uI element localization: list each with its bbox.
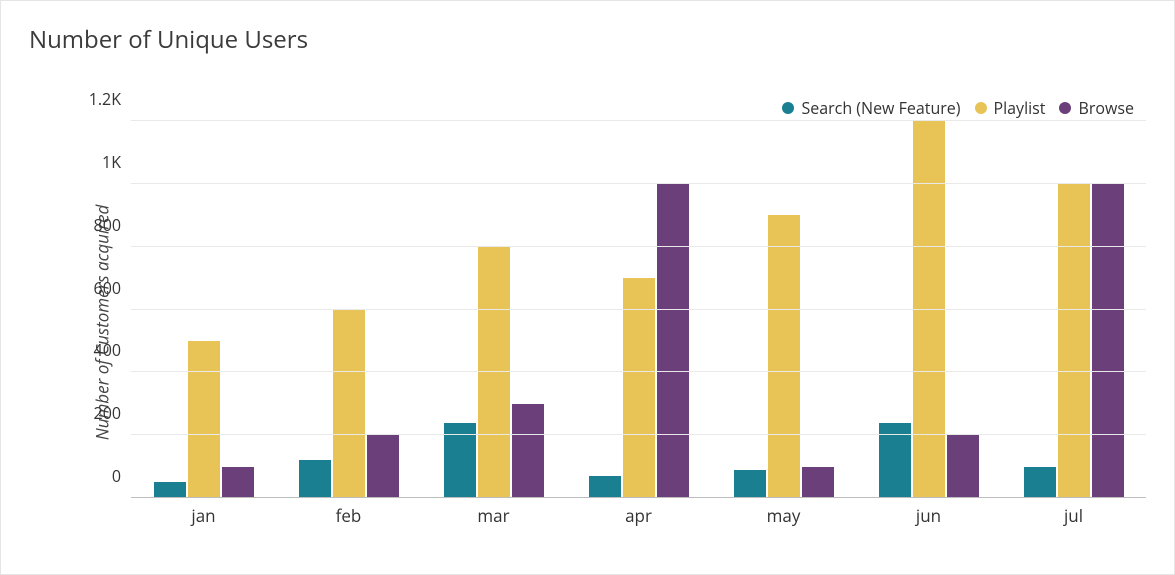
bar	[1092, 184, 1124, 498]
bar-group	[276, 121, 421, 498]
legend-swatch-icon	[975, 102, 987, 114]
legend-item: Search (New Feature)	[782, 97, 960, 119]
gridline	[131, 434, 1146, 435]
legend-label: Search (New Feature)	[801, 97, 960, 119]
bar-group	[856, 121, 1001, 498]
legend-label: Playlist	[994, 97, 1046, 119]
bars-container	[131, 121, 1146, 498]
chart-card: Number of Unique Users Search (New Featu…	[0, 0, 1175, 575]
chart-area: Number of Customers acquired 02004006008…	[75, 121, 1146, 524]
y-tick-label: 400	[94, 339, 131, 361]
legend-swatch-icon	[1059, 102, 1071, 114]
bar	[657, 184, 689, 498]
x-tick-label: jun	[856, 500, 1001, 524]
bar	[589, 476, 621, 498]
gridline	[131, 183, 1146, 184]
bar	[913, 121, 945, 498]
bar	[768, 215, 800, 498]
bar	[734, 470, 766, 498]
x-tick-label: jul	[1001, 500, 1146, 524]
bar	[947, 435, 979, 498]
bar	[299, 460, 331, 498]
bar	[1024, 467, 1056, 498]
bar	[188, 341, 220, 498]
y-tick-label: 1K	[102, 151, 131, 173]
bar	[802, 467, 834, 498]
legend: Search (New Feature) Playlist Browse	[782, 97, 1134, 119]
gridline	[131, 371, 1146, 372]
x-tick-label: jan	[131, 500, 276, 524]
bar	[512, 404, 544, 498]
bar	[1058, 184, 1090, 498]
bar	[154, 482, 186, 498]
bar-group	[711, 121, 856, 498]
y-axis-label: Number of Customers acquired	[89, 121, 115, 524]
bar	[623, 278, 655, 498]
x-axis-labels: janfebmaraprmayjunjul	[131, 500, 1146, 524]
gridline	[131, 246, 1146, 247]
y-tick-label: 800	[94, 214, 131, 236]
legend-item: Browse	[1059, 97, 1134, 119]
bar-group	[421, 121, 566, 498]
x-tick-label: feb	[276, 500, 421, 524]
legend-label: Browse	[1078, 97, 1134, 119]
y-tick-label: 1.2K	[89, 88, 131, 110]
bar	[367, 435, 399, 498]
x-tick-label: may	[711, 500, 856, 524]
chart-title: Number of Unique Users	[29, 23, 1148, 56]
gridline	[131, 120, 1146, 121]
bar-group	[1001, 121, 1146, 498]
y-tick-label: 200	[94, 402, 131, 424]
bar-group	[566, 121, 711, 498]
x-tick-label: apr	[566, 500, 711, 524]
gridline	[131, 309, 1146, 310]
legend-item: Playlist	[975, 97, 1046, 119]
bar	[333, 310, 365, 499]
bar-group	[131, 121, 276, 498]
gridline	[131, 497, 1146, 498]
plot: 02004006008001K1.2K	[131, 121, 1146, 498]
legend-swatch-icon	[782, 102, 794, 114]
bar	[222, 467, 254, 498]
y-tick-label: 0	[112, 465, 131, 487]
x-tick-label: mar	[421, 500, 566, 524]
y-tick-label: 600	[94, 277, 131, 299]
